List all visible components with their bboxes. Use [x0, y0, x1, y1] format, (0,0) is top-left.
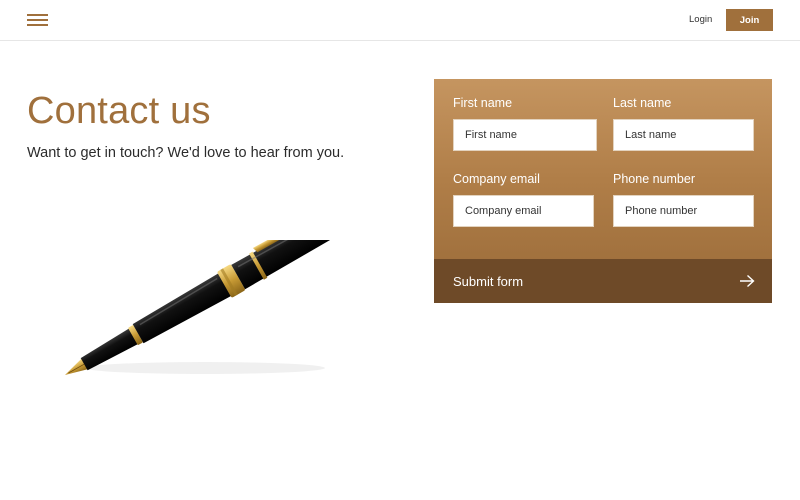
contact-form: First name Last name Company email Phone…	[434, 79, 772, 303]
page-title: Contact us	[27, 90, 211, 132]
phone-number-field[interactable]	[613, 195, 754, 227]
first-name-label: First name	[453, 96, 513, 110]
first-name-field[interactable]	[453, 119, 597, 151]
submit-form-label: Submit form	[453, 274, 524, 289]
top-navbar: Login Join	[0, 0, 800, 41]
page-subtitle: Want to get in touch? We'd love to hear …	[27, 145, 345, 161]
hamburger-menu-icon[interactable]	[27, 13, 48, 27]
arrow-right-icon	[740, 274, 755, 288]
join-button[interactable]: Join	[726, 9, 773, 31]
submit-form-button[interactable]: Submit form	[434, 259, 772, 303]
phone-number-label: Phone number	[613, 172, 696, 186]
login-link[interactable]: Login	[689, 14, 712, 25]
company-email-label: Company email	[453, 172, 540, 186]
last-name-label: Last name	[613, 96, 672, 110]
company-email-field[interactable]	[453, 195, 594, 227]
last-name-field[interactable]	[613, 119, 754, 151]
fountain-pen-image	[65, 240, 340, 375]
